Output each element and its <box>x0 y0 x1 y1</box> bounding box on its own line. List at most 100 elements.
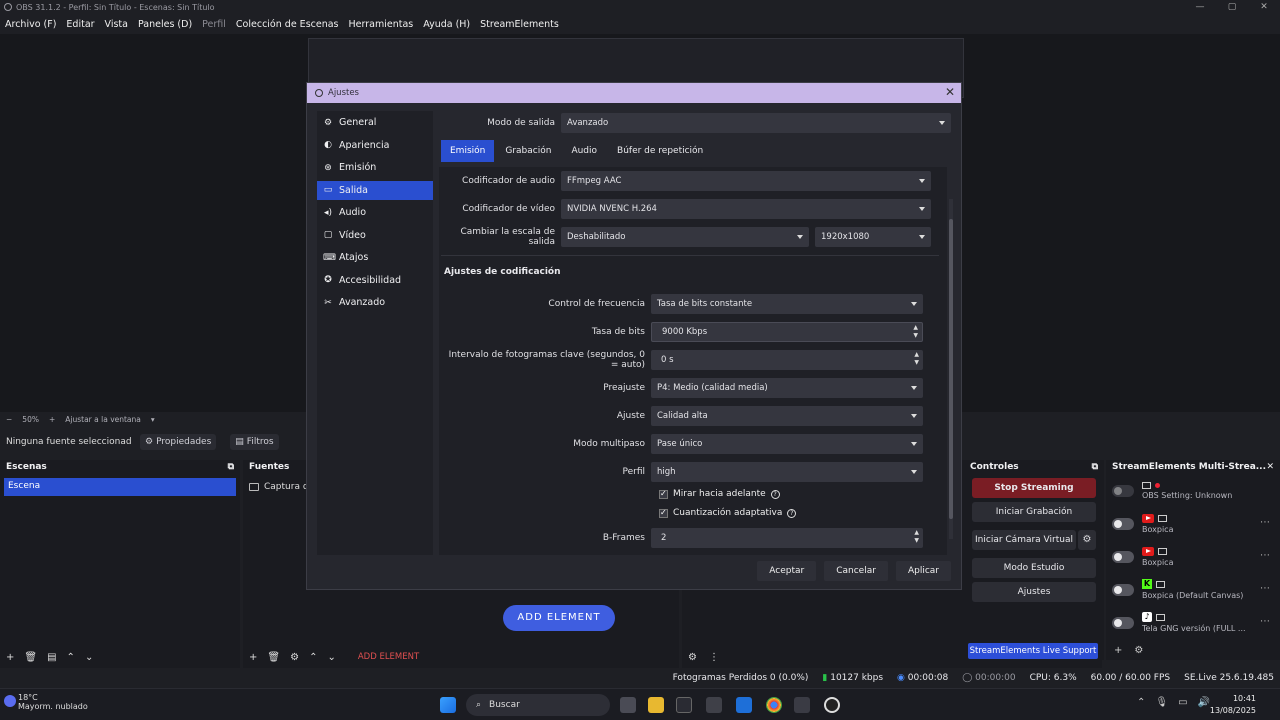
rescale-resolution-select[interactable]: 1920x1080 <box>815 227 931 247</box>
spin-arrows-icon[interactable]: ▲ ▼ <box>914 529 919 545</box>
sidebar-item-stream[interactable]: ⊛ Emisión <box>317 158 433 177</box>
microphone-icon[interactable]: 🎙 <box>1155 697 1168 708</box>
checkbox-checked-icon[interactable] <box>659 489 668 499</box>
arrow-up-icon[interactable]: ⌃ <box>309 652 317 663</box>
close-window-button[interactable]: ✕ <box>1248 0 1280 14</box>
tuning-select[interactable]: Calidad alta <box>651 406 923 426</box>
sidebar-item-accessibility[interactable]: ✪ Accesibilidad <box>317 271 433 290</box>
tab-streaming[interactable]: Emisión <box>441 140 495 162</box>
bitrate-spinbox[interactable]: 9000 Kbps ▲ ▼ <box>651 322 923 342</box>
add-element-button[interactable]: ADD ELEMENT <box>503 605 615 631</box>
undock-icon[interactable]: ⧉ <box>228 462 234 472</box>
more-icon[interactable]: ⋯ <box>1260 550 1270 561</box>
audio-encoder-select[interactable]: FFmpeg AAC <box>561 171 931 191</box>
gear-icon[interactable]: ⚙ <box>1078 530 1096 550</box>
menu-help[interactable]: Ayuda (H) <box>423 19 470 30</box>
add-icon[interactable]: + <box>249 652 257 663</box>
fit-window-option[interactable]: Ajustar a la ventana <box>65 415 141 424</box>
spin-arrows-icon[interactable]: ▲ ▼ <box>914 351 919 367</box>
spin-arrows-icon[interactable]: ▲ ▼ <box>913 324 918 340</box>
settings-scrollbar[interactable] <box>949 199 953 539</box>
zoom-in-button[interactable]: + <box>49 415 55 424</box>
menu-view[interactable]: Vista <box>105 19 128 30</box>
sidebar-item-advanced[interactable]: ✂ Avanzado <box>317 293 433 312</box>
more-icon[interactable]: ⋯ <box>1260 583 1270 594</box>
stop-streaming-button[interactable]: Stop Streaming <box>972 478 1096 498</box>
arrow-down-icon[interactable]: ⌄ <box>327 652 335 663</box>
bframes-spinbox[interactable]: 2 ▲ ▼ <box>651 528 923 548</box>
task-view-icon[interactable] <box>620 697 636 713</box>
help-icon[interactable]: ? <box>787 508 797 518</box>
arrow-down-icon[interactable]: ⌄ <box>85 652 93 663</box>
tab-replay-buffer[interactable]: Búfer de repetición <box>608 140 712 162</box>
more-icon[interactable]: ⋯ <box>1260 616 1270 627</box>
sidebar-item-video[interactable]: ▢ Vídeo <box>317 226 433 245</box>
preset-select[interactable]: P4: Medio (calidad media) <box>651 378 923 398</box>
output-mode-select[interactable]: Avanzado <box>561 113 951 133</box>
clock[interactable]: 10:41 13/08/2025 <box>1210 693 1256 717</box>
volume-icon[interactable]: 🔊 <box>1198 697 1210 708</box>
toggle-switch[interactable] <box>1112 583 1134 596</box>
sidebar-item-audio[interactable]: ◂) Audio <box>317 203 433 222</box>
checkbox-checked-icon[interactable] <box>659 508 668 518</box>
minimize-button[interactable]: — <box>1184 0 1216 14</box>
add-icon[interactable]: + <box>6 652 14 663</box>
studio-mode-button[interactable]: Modo Estudio <box>972 558 1096 578</box>
gear-icon[interactable]: ⚙ <box>1134 645 1143 656</box>
zoom-out-button[interactable]: − <box>6 415 12 424</box>
settings-button[interactable]: Ajustes <box>972 582 1096 602</box>
cancel-button[interactable]: Cancelar <box>824 561 888 581</box>
tab-recording[interactable]: Grabación <box>496 140 560 162</box>
multipass-select[interactable]: Pase único <box>651 434 923 454</box>
sidebar-item-hotkeys[interactable]: ⌨ Atajos <box>317 248 433 267</box>
weather-widget[interactable]: 18°C Mayorm. nublado <box>18 693 88 711</box>
undock-icon[interactable]: ⧉ <box>1092 462 1098 472</box>
gear-icon[interactable]: ⚙ <box>688 652 697 663</box>
menu-profile[interactable]: Perfil <box>202 19 226 30</box>
menu-edit[interactable]: Editar <box>66 19 94 30</box>
sidebar-item-appearance[interactable]: ◐ Apariencia <box>317 136 433 155</box>
add-element-link[interactable]: ADD ELEMENT <box>358 652 419 662</box>
arrow-up-icon[interactable]: ⌃ <box>67 652 75 663</box>
obs-icon[interactable] <box>824 697 840 713</box>
trash-icon[interactable]: 🗑 <box>24 652 37 663</box>
trash-icon[interactable]: 🗑 <box>267 652 280 663</box>
chrome-icon[interactable] <box>766 697 782 713</box>
filters-button[interactable]: ▤ Filtros <box>230 434 279 450</box>
lookahead-checkbox[interactable]: Mirar hacia adelante ? <box>659 489 780 499</box>
rate-control-select[interactable]: Tasa de bits constante <box>651 294 923 314</box>
help-icon[interactable]: ? <box>770 489 780 499</box>
windows-start-icon[interactable] <box>440 697 456 713</box>
menu-file[interactable]: Archivo (F) <box>5 19 56 30</box>
scrollbar-thumb[interactable] <box>949 219 953 519</box>
zoom-level[interactable]: 50% <box>22 415 39 424</box>
live-support-button[interactable]: StreamElements Live Support <box>968 643 1098 659</box>
filter-icon[interactable]: ▤ <box>47 652 56 663</box>
maximize-button[interactable]: ▢ <box>1216 0 1248 14</box>
menu-docks[interactable]: Paneles (D) <box>138 19 192 30</box>
adaptive-quant-checkbox[interactable]: Cuantización adaptativa ? <box>659 508 797 518</box>
rescale-select[interactable]: Deshabilitado <box>561 227 809 247</box>
toggle-switch[interactable] <box>1112 616 1134 629</box>
more-icon[interactable]: ⋮ <box>709 652 719 663</box>
menu-streamelements[interactable]: StreamElements <box>480 19 559 30</box>
close-icon[interactable]: ✕ <box>945 85 955 99</box>
settings-app-icon[interactable] <box>794 697 810 713</box>
close-icon[interactable]: ✕ <box>1266 462 1274 472</box>
chevron-down-icon[interactable]: ▾ <box>151 415 155 424</box>
menu-scene-collection[interactable]: Colección de Escenas <box>236 19 339 30</box>
accept-button[interactable]: Aceptar <box>757 561 817 581</box>
add-icon[interactable]: + <box>1114 645 1122 656</box>
app-icon[interactable] <box>706 697 722 713</box>
profile-select[interactable]: high <box>651 462 923 482</box>
sidebar-item-output[interactable]: ▭ Salida <box>317 180 433 200</box>
toggle-switch[interactable] <box>1112 484 1134 497</box>
store-icon[interactable] <box>736 697 752 713</box>
app-icon[interactable] <box>676 697 692 713</box>
virtual-camera-button[interactable]: Iniciar Cámara Virtual <box>972 530 1076 550</box>
start-recording-button[interactable]: Iniciar Grabación <box>972 502 1096 522</box>
taskbar-search[interactable]: ⌕ Buscar <box>466 694 610 716</box>
toggle-switch[interactable] <box>1112 550 1134 563</box>
keyframe-spinbox[interactable]: 0 s ▲ ▼ <box>651 350 923 370</box>
chevron-up-icon[interactable]: ⌃ <box>1137 697 1145 708</box>
